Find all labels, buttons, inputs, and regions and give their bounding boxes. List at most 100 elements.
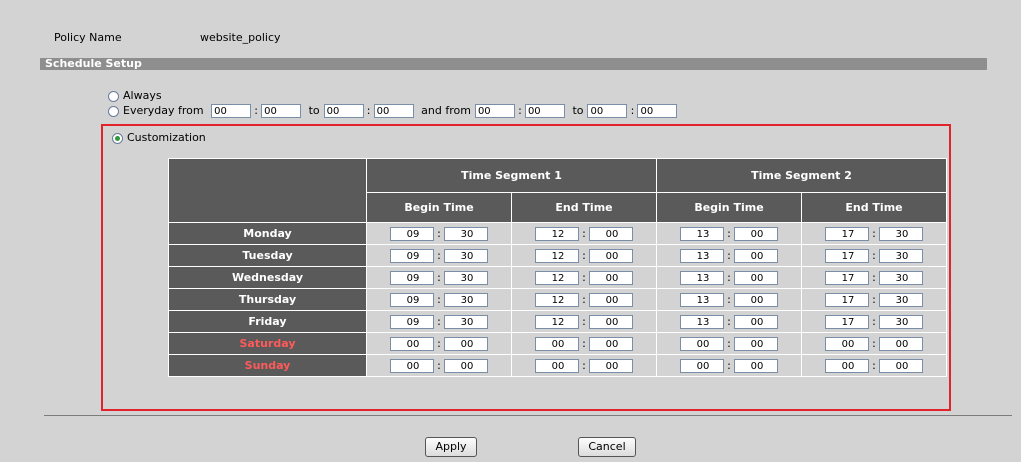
everyday-radio[interactable] [108, 105, 119, 117]
seg2-end-hour-input[interactable]: 17 [825, 226, 869, 241]
seg2-end-hour-input[interactable]: 00 [825, 336, 869, 351]
seg2-begin-minute-input[interactable]: 00 [734, 226, 778, 241]
seg2-begin-cell: 13:00 [656, 310, 802, 333]
seg2-begin-hour-input[interactable]: 13 [680, 292, 724, 307]
seg1-begin-minute-input[interactable]: 30 [444, 270, 488, 285]
seg2-begin-minute-input[interactable]: 00 [734, 270, 778, 285]
day-label: Sunday [168, 354, 367, 377]
seg1-begin-hour-input[interactable]: 00 [390, 336, 434, 351]
cancel-button[interactable]: Cancel [578, 437, 636, 457]
apply-button[interactable]: Apply [425, 437, 477, 457]
seg1-end-cell: 12:00 [511, 244, 657, 267]
seg1-begin-hour-input[interactable]: 09 [390, 248, 434, 263]
seg2-end-minute-input[interactable]: 30 [879, 270, 923, 285]
seg2-end-hour-input[interactable]: 17 [825, 270, 869, 285]
seg1-end-cell: 00:00 [511, 354, 657, 377]
seg1-end-hour-input[interactable]: 12 [535, 248, 579, 263]
seg2-end-minute-input[interactable]: 30 [879, 226, 923, 241]
day-label: Friday [168, 310, 367, 333]
seg1-begin-minute-input[interactable]: 30 [444, 314, 488, 329]
seg2-begin-minute-input[interactable]: 00 [734, 358, 778, 373]
customization-radio[interactable] [112, 132, 123, 144]
seg1-begin-hour-input[interactable]: 09 [390, 314, 434, 329]
seg1-begin-minute-input[interactable]: 00 [444, 336, 488, 351]
seg2-begin-minute-input[interactable]: 00 [734, 248, 778, 263]
seg1-begin-cell: 09:30 [366, 310, 512, 333]
seg1-end-minute-input[interactable]: 00 [589, 226, 633, 241]
seg2-end-cell: 17:30 [801, 266, 947, 289]
seg1-begin-minute-input[interactable]: 30 [444, 248, 488, 263]
seg2-end-hour-input[interactable]: 17 [825, 292, 869, 307]
seg2-begin-hour-input[interactable]: 13 [680, 314, 724, 329]
seg2-end-minute-input[interactable]: 30 [879, 314, 923, 329]
seg2-end-hour-input[interactable]: 00 [825, 358, 869, 373]
seg2-begin-hour-input[interactable]: 13 [680, 226, 724, 241]
everyday-from1-minute[interactable]: 00 [261, 104, 302, 118]
day-label: Thursday [168, 288, 367, 311]
seg2-end-hour-input[interactable]: 17 [825, 314, 869, 329]
seg1-begin-minute-input[interactable]: 30 [444, 292, 488, 307]
seg2-begin-hour-input[interactable]: 13 [680, 270, 724, 285]
seg2-begin-header: Begin Time [656, 192, 802, 223]
everyday-from1-hour[interactable]: 00 [211, 104, 252, 118]
seg1-begin-hour-input[interactable]: 00 [390, 358, 434, 373]
seg2-end-minute-input[interactable]: 30 [879, 248, 923, 263]
seg1-end-hour-input[interactable]: 12 [535, 270, 579, 285]
seg2-begin-hour-input[interactable]: 00 [680, 336, 724, 351]
seg2-end-minute-input[interactable]: 00 [879, 358, 923, 373]
seg2-begin-hour-input[interactable]: 00 [680, 358, 724, 373]
seg2-begin-hour-input[interactable]: 13 [680, 248, 724, 263]
seg2-begin-minute-input[interactable]: 00 [734, 336, 778, 351]
table-row: Monday 09:30 12:00 13:00 17:30 [168, 222, 947, 245]
everyday-to2-hour[interactable]: 00 [587, 104, 628, 118]
segment1-header: Time Segment 1 [366, 158, 657, 193]
seg1-end-hour-input[interactable]: 00 [535, 336, 579, 351]
seg1-end-hour-input[interactable]: 12 [535, 292, 579, 307]
policy-name-label: Policy Name [54, 31, 122, 44]
everyday-to2-minute[interactable]: 00 [637, 104, 678, 118]
seg2-end-cell: 00:00 [801, 332, 947, 355]
seg1-begin-hour-input[interactable]: 09 [390, 270, 434, 285]
seg2-end-header: End Time [801, 192, 947, 223]
seg1-end-cell: 12:00 [511, 288, 657, 311]
seg1-begin-cell: 09:30 [366, 288, 512, 311]
seg1-end-hour-input[interactable]: 00 [535, 358, 579, 373]
seg1-begin-hour-input[interactable]: 09 [390, 226, 434, 241]
option-everyday[interactable]: Everyday from 00:00 to 00:00 and from 00:0… [108, 104, 678, 118]
seg2-begin-minute-input[interactable]: 00 [734, 314, 778, 329]
option-customization[interactable]: Customization [112, 131, 206, 145]
seg2-end-cell: 17:30 [801, 310, 947, 333]
policy-name-value: website_policy [200, 31, 281, 44]
seg1-end-hour-input[interactable]: 12 [535, 226, 579, 241]
everyday-from2-minute[interactable]: 00 [524, 104, 565, 118]
seg1-end-header: End Time [511, 192, 657, 223]
everyday-to1-hour[interactable]: 00 [323, 104, 364, 118]
seg1-end-minute-input[interactable]: 00 [589, 336, 633, 351]
always-label: Always [123, 89, 162, 102]
seg1-end-hour-input[interactable]: 12 [535, 314, 579, 329]
schedule-rows: Monday 09:30 12:00 13:00 17:30 Tuesday 09:30 12… [168, 222, 947, 377]
seg1-end-cell: 12:00 [511, 222, 657, 245]
everyday-to1-minute[interactable]: 00 [373, 104, 414, 118]
table-row: Wednesday 09:30 12:00 13:00 17:30 [168, 266, 947, 289]
seg2-end-cell: 17:30 [801, 288, 947, 311]
seg1-end-minute-input[interactable]: 00 [589, 314, 633, 329]
seg2-end-minute-input[interactable]: 00 [879, 336, 923, 351]
seg1-begin-hour-input[interactable]: 09 [390, 292, 434, 307]
everyday-from2-hour[interactable]: 00 [474, 104, 515, 118]
seg2-begin-minute-input[interactable]: 00 [734, 292, 778, 307]
seg1-begin-cell: 00:00 [366, 354, 512, 377]
seg2-end-minute-input[interactable]: 30 [879, 292, 923, 307]
seg1-end-minute-input[interactable]: 00 [589, 270, 633, 285]
seg1-begin-minute-input[interactable]: 30 [444, 226, 488, 241]
option-always[interactable]: Always [108, 89, 162, 103]
seg1-end-minute-input[interactable]: 00 [589, 248, 633, 263]
seg2-end-hour-input[interactable]: 17 [825, 248, 869, 263]
seg1-end-minute-input[interactable]: 00 [589, 358, 633, 373]
segment2-header: Time Segment 2 [656, 158, 947, 193]
seg1-begin-cell: 09:30 [366, 266, 512, 289]
everyday-to1-label: to [308, 104, 320, 117]
seg1-begin-minute-input[interactable]: 00 [444, 358, 488, 373]
always-radio[interactable] [108, 90, 119, 102]
seg1-end-minute-input[interactable]: 00 [589, 292, 633, 307]
